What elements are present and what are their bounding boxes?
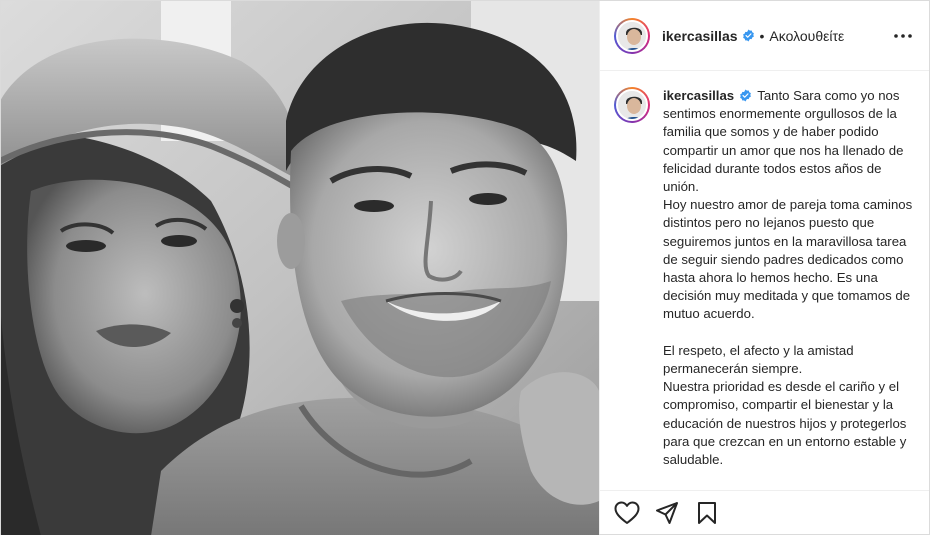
- caption-paragraph-3: El respeto, el afecto y la amistad perma…: [663, 342, 854, 377]
- caption-text: ikercasillas Tanto Sara como yo nos sent…: [663, 87, 913, 469]
- caption: ikercasillas Tanto Sara como yo nos sent…: [614, 87, 921, 469]
- verified-badge-icon: [739, 89, 751, 102]
- more-options-icon[interactable]: [891, 24, 915, 48]
- heart-icon: [614, 501, 640, 524]
- caption-paragraph-2: Hoy nuestro amor de pareja toma caminos …: [663, 197, 913, 322]
- caption-paragraph-1: ikercasillas Tanto Sara como yo nos sent…: [663, 87, 913, 196]
- caption-avatar-image: [616, 89, 648, 121]
- couple-selfie-image: [1, 1, 599, 535]
- like-button[interactable]: [612, 498, 642, 528]
- action-bar: [600, 490, 929, 534]
- caption-avatar[interactable]: [614, 87, 650, 123]
- avatar-image: [616, 19, 648, 52]
- caption-scroll-area[interactable]: ikercasillas Tanto Sara como yo nos sent…: [614, 87, 921, 490]
- verified-badge-icon: [742, 29, 754, 42]
- bookmark-icon: [698, 501, 716, 524]
- post-photo[interactable]: [1, 1, 599, 535]
- caption-username[interactable]: ikercasillas: [663, 88, 734, 103]
- post-header: ikercasillas • Ακολουθείτε: [600, 1, 929, 71]
- header-separator: •: [759, 27, 765, 44]
- header-username[interactable]: ikercasillas: [662, 28, 738, 44]
- instagram-post: ikercasillas • Ακολουθείτε ikercasillas …: [0, 0, 930, 535]
- avatar[interactable]: [614, 17, 650, 54]
- caption-paragraph-4: Nuestra prioridad es desde el cariño y e…: [663, 379, 907, 468]
- paper-plane-icon: [656, 501, 678, 524]
- save-button[interactable]: [692, 498, 722, 528]
- post-side-panel: ikercasillas • Ακολουθείτε ikercasillas …: [599, 1, 929, 534]
- share-button[interactable]: [652, 498, 682, 528]
- caption-paragraph-1-text: Tanto Sara como yo nos sentimos enormeme…: [663, 88, 904, 195]
- following-button[interactable]: Ακολουθείτε: [769, 28, 844, 44]
